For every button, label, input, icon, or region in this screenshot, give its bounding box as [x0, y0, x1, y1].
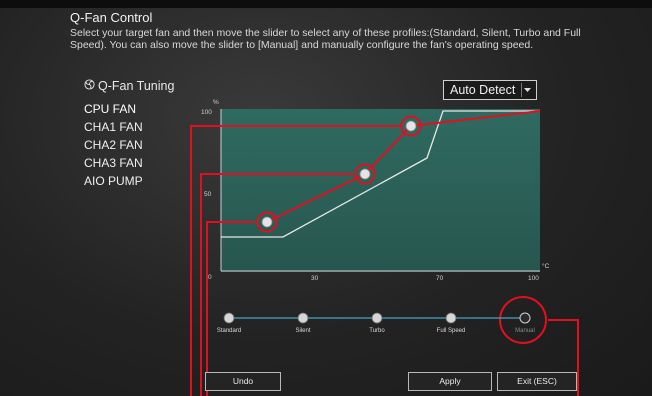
- y-tick-50: 50: [204, 191, 212, 198]
- x-unit-label: °C: [542, 262, 550, 270]
- profile-label-standard: Standard: [216, 328, 242, 334]
- x-tick-100: 100: [528, 275, 539, 282]
- profile-stop-full-speed[interactable]: [445, 312, 457, 324]
- curve-point-3[interactable]: [405, 120, 417, 132]
- profile-label-silent: Silent: [295, 328, 311, 334]
- y-tick-0: 0: [208, 274, 212, 281]
- profile-label-manual: Manual: [515, 328, 535, 334]
- curve-point-2[interactable]: [359, 168, 371, 180]
- exit-button[interactable]: Exit (ESC): [497, 372, 577, 391]
- fan-curve-chart: % 100 50 0 30 70 100 °C: [190, 99, 579, 396]
- curve-point-1[interactable]: [261, 216, 273, 228]
- chart-area: [221, 109, 540, 272]
- y-tick-100: 100: [201, 109, 212, 116]
- undo-button[interactable]: Undo: [205, 372, 281, 391]
- profile-stop-turbo[interactable]: [371, 312, 383, 324]
- profile-label-turbo: Turbo: [369, 328, 385, 334]
- x-tick-70: 70: [436, 275, 444, 282]
- apply-button[interactable]: Apply: [408, 372, 492, 391]
- profile-label-full-speed: Full Speed: [436, 328, 466, 334]
- profile-stop-silent[interactable]: [297, 312, 309, 324]
- qfan-control-screen: Q-Fan Control Select your target fan and…: [0, 0, 652, 396]
- profile-stop-manual[interactable]: [519, 312, 531, 324]
- x-tick-30: 30: [311, 275, 319, 282]
- profile-stop-standard[interactable]: [223, 312, 235, 324]
- y-unit-label: %: [213, 99, 219, 106]
